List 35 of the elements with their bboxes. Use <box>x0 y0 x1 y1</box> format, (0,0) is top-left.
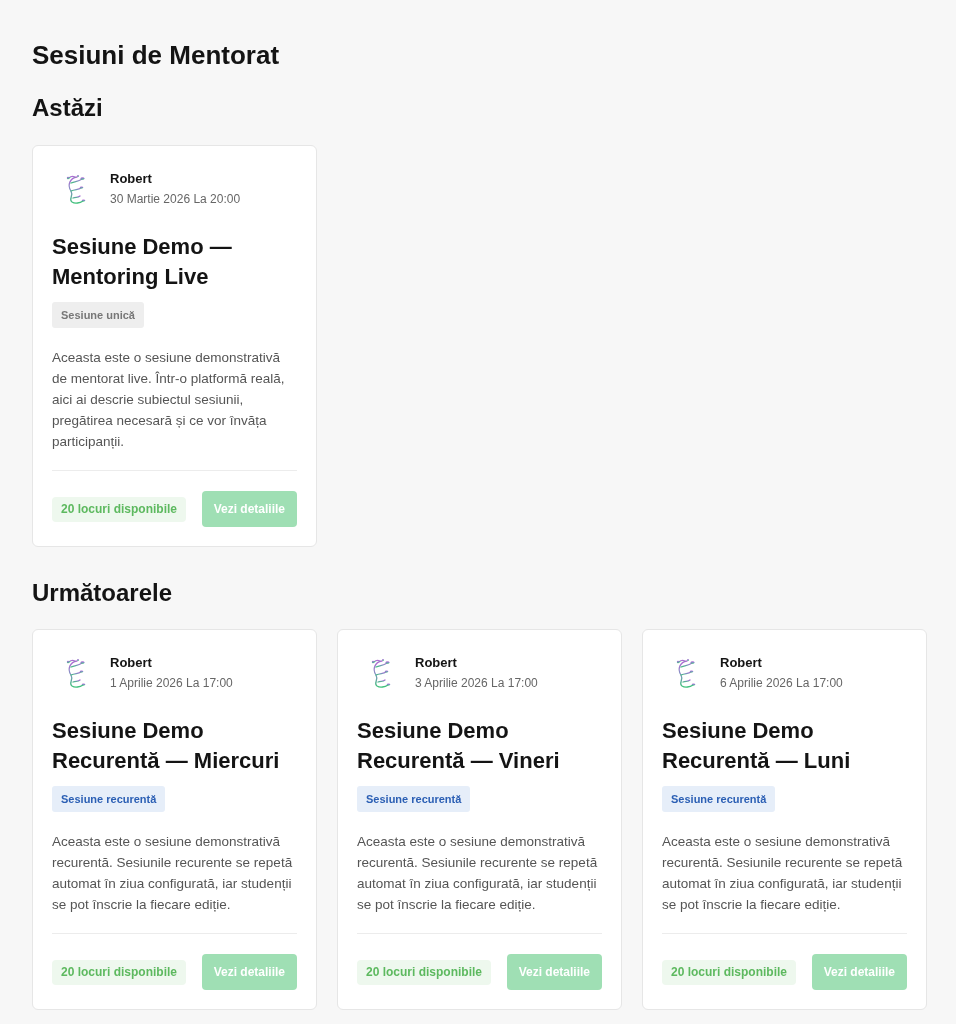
session-type-badge: Sesiune unică <box>52 302 144 328</box>
session-description: Aceasta este o sesiune demonstrativă recurentă. Sesiunile recurente se repetă automat în ziua configurată, iar studenții se pot înscrie la fiecare ediție. <box>662 833 904 914</box>
mentor-name: Robert <box>110 171 153 186</box>
page-title: Sesiuni de Mentorat <box>32 39 281 71</box>
section-heading: Astăzi <box>32 93 104 123</box>
mentor-name: Robert <box>110 655 153 670</box>
session-type-badge: Sesiune recurentă <box>662 786 776 812</box>
session-title: Sesiune Demo Recurentă — Vineri <box>357 717 561 775</box>
seats-available-badge: 20 locuri disponibile <box>357 959 492 985</box>
session-date: 30 Martie 2026 La 20:00 <box>110 192 241 207</box>
seats-available-badge: 20 locuri disponibile <box>52 496 187 522</box>
session-type-badge: Sesiune recurentă <box>52 786 166 812</box>
details-button[interactable]: Vezi detaliile <box>811 954 907 990</box>
plant-logo-icon <box>64 173 86 205</box>
session-description: Aceasta este o sesiune demonstrativă recurentă. Sesiunile recurente se repetă automat în ziua configurată, iar studenții se pot înscrie la fiecare ediție. <box>357 833 599 914</box>
seats-available-badge: 20 locuri disponibile <box>662 959 797 985</box>
plant-logo-icon <box>369 657 391 689</box>
section-heading: Următoarele <box>32 578 174 608</box>
mentor-name: Robert <box>415 655 458 670</box>
session-description: Aceasta este o sesiune demonstrativă recurentă. Sesiunile recurente se repetă automat în ziua configurată, iar studenții se pot înscrie la fiecare ediție. <box>52 833 294 914</box>
session-title: Sesiune Demo Recurentă — Luni <box>662 717 852 775</box>
session-date: 3 Aprilie 2026 La 17:00 <box>415 676 538 691</box>
seats-available-badge: 20 locuri disponibile <box>52 959 187 985</box>
details-button[interactable]: Vezi detaliile <box>201 491 297 527</box>
details-button[interactable]: Vezi detaliile <box>506 954 602 990</box>
session-date: 6 Aprilie 2026 La 17:00 <box>720 676 843 691</box>
session-type-badge: Sesiune recurentă <box>357 786 471 812</box>
mentor-name: Robert <box>720 655 763 670</box>
session-title: Sesiune Demo — Mentoring Live <box>52 233 233 291</box>
plant-logo-icon <box>674 657 696 689</box>
session-description: Aceasta este o sesiune demonstrativă de mentorat live. Într-o platformă reală, aici ai descrie subiectul sesiunii, pregătirea necesară și ce vor învăța participanții. <box>52 349 286 451</box>
details-button[interactable]: Vezi detaliile <box>201 954 297 990</box>
session-title: Sesiune Demo Recurentă — Miercuri <box>52 717 281 775</box>
session-date: 1 Aprilie 2026 La 17:00 <box>110 676 233 691</box>
plant-logo-icon <box>64 657 86 689</box>
